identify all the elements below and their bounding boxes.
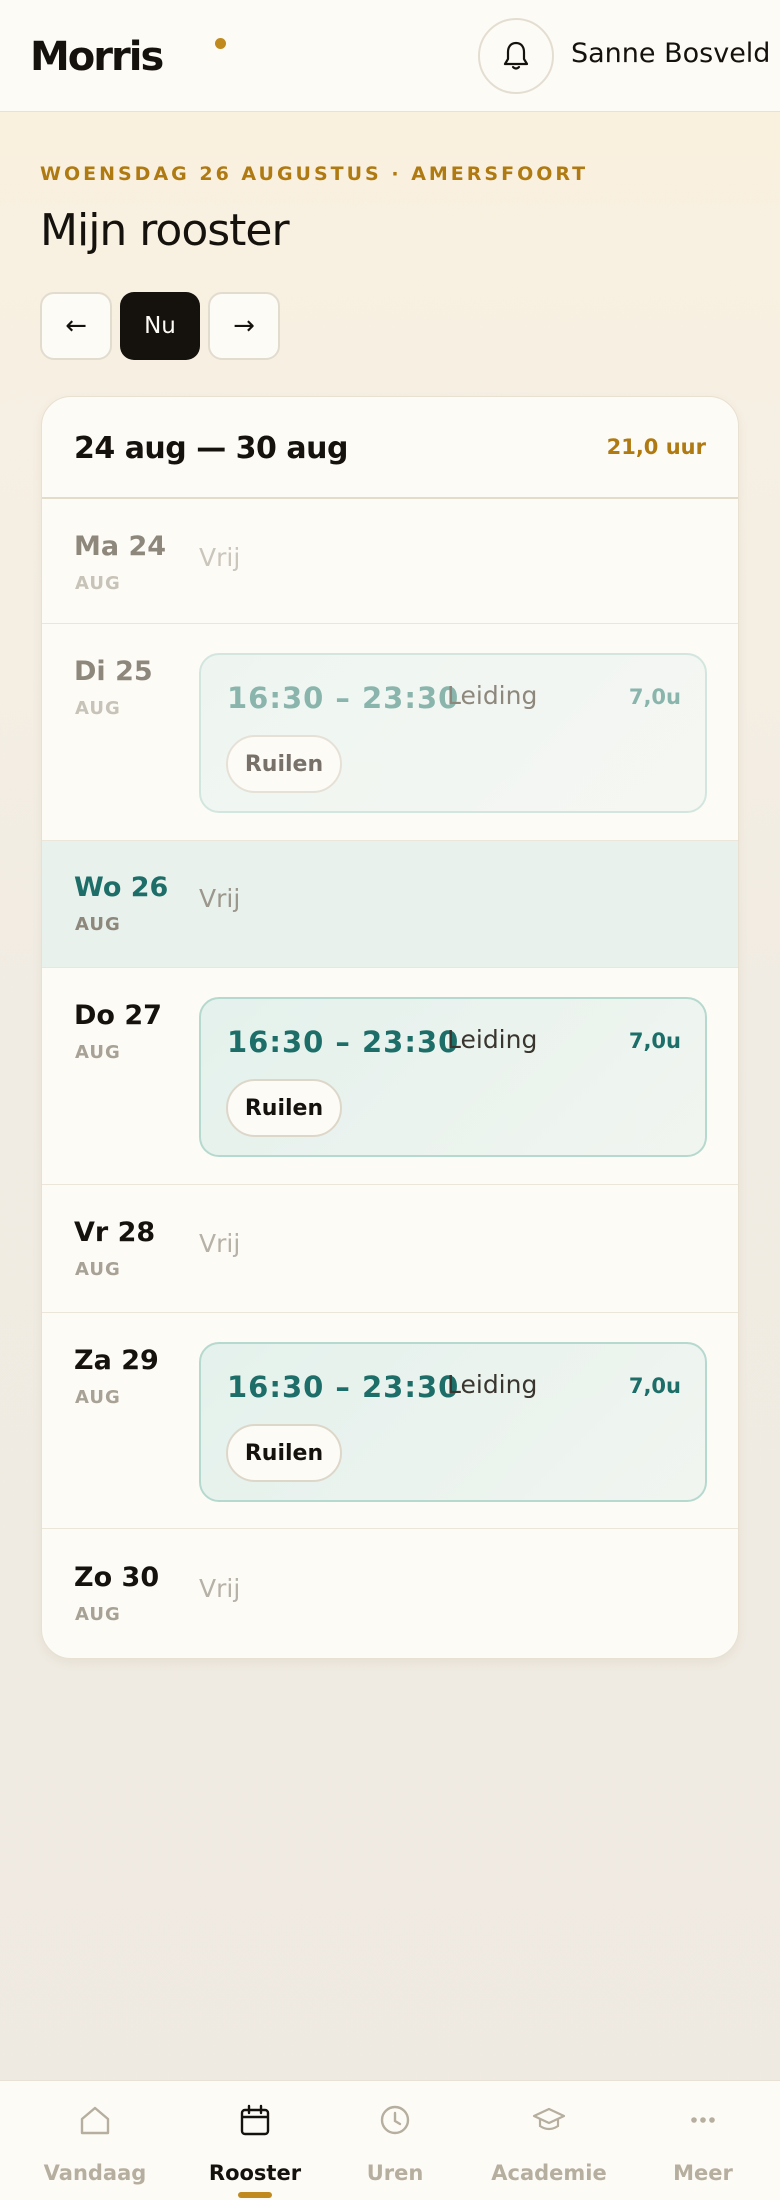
day-row-do-27: Do 27 AUG 16:30 – 23:30 Leiding 7,0u Rui… bbox=[42, 968, 738, 1185]
graduation-cap-icon bbox=[532, 2107, 566, 2131]
shift-hours: 7,0u bbox=[628, 1029, 681, 1053]
week-total-hours: 21,0 uur bbox=[606, 435, 706, 459]
day-month: AUG bbox=[75, 573, 121, 594]
day-month: AUG bbox=[75, 1042, 121, 1063]
shift-card[interactable]: 16:30 – 23:30 Leiding 7,0u Ruilen bbox=[199, 997, 707, 1157]
day-free-label: Vrij bbox=[199, 543, 241, 572]
calendar-icon bbox=[240, 2104, 270, 2136]
day-month: AUG bbox=[75, 698, 121, 719]
bottom-navigation: Vandaag Rooster Uren Academie Meer bbox=[0, 2080, 780, 2200]
shift-role: Leiding bbox=[447, 1025, 538, 1054]
next-week-button[interactable]: → bbox=[208, 292, 280, 360]
current-week-button[interactable]: Nu bbox=[120, 292, 200, 360]
more-dots-icon bbox=[691, 2117, 715, 2123]
shift-card[interactable]: 16:30 – 23:30 Leiding 7,0u Ruilen bbox=[199, 1342, 707, 1502]
top-header: Morris Sanne Bosveld bbox=[0, 0, 780, 112]
day-month: AUG bbox=[75, 1259, 121, 1280]
day-free-label: Vrij bbox=[199, 884, 241, 913]
shift-time: 16:30 – 23:30 bbox=[227, 1025, 460, 1059]
swap-shift-button[interactable]: Ruilen bbox=[226, 1424, 342, 1482]
clock-icon bbox=[380, 2105, 410, 2135]
shift-hours: 7,0u bbox=[628, 685, 681, 709]
day-label: Za 29 bbox=[74, 1345, 159, 1376]
day-row-ma-24: Ma 24 AUG Vrij bbox=[42, 499, 738, 624]
home-icon bbox=[80, 2106, 110, 2135]
swap-shift-button[interactable]: Ruilen bbox=[226, 1079, 342, 1137]
week-range: 24 aug — 30 aug bbox=[74, 431, 348, 466]
day-free-label: Vrij bbox=[199, 1574, 241, 1603]
shift-card[interactable]: 16:30 – 23:30 Leiding 7,0u Ruilen bbox=[199, 653, 707, 813]
day-free-label: Vrij bbox=[199, 1229, 241, 1258]
week-schedule-card: 24 aug — 30 aug 21,0 uur Ma 24 AUG Vrij … bbox=[41, 396, 739, 1659]
shift-role: Leiding bbox=[447, 1370, 538, 1399]
bell-icon bbox=[503, 41, 529, 70]
user-name[interactable]: Sanne Bosveld bbox=[571, 38, 770, 69]
day-label: Di 25 bbox=[74, 656, 153, 687]
date-location-eyebrow: WOENSDAG 26 AUGUSTUS · AMERSFOORT bbox=[40, 163, 589, 185]
tab-label: Meer bbox=[673, 2161, 733, 2185]
swap-shift-button[interactable]: Ruilen bbox=[226, 735, 342, 793]
shift-time: 16:30 – 23:30 bbox=[227, 681, 460, 715]
previous-week-button[interactable]: ← bbox=[40, 292, 112, 360]
day-label: Do 27 bbox=[74, 1000, 162, 1031]
tab-meer[interactable]: Meer bbox=[608, 2081, 780, 2200]
logo-dot bbox=[215, 38, 226, 49]
day-row-zo-30: Zo 30 AUG Vrij bbox=[42, 1529, 738, 1658]
shift-time: 16:30 – 23:30 bbox=[227, 1370, 460, 1404]
day-month: AUG bbox=[75, 1387, 121, 1408]
day-row-vr-28: Vr 28 AUG Vrij bbox=[42, 1185, 738, 1313]
day-label: Ma 24 bbox=[74, 531, 167, 562]
active-tab-indicator bbox=[238, 2192, 272, 2198]
day-month: AUG bbox=[75, 1604, 121, 1625]
day-row-di-25: Di 25 AUG 16:30 – 23:30 Leiding 7,0u Rui… bbox=[42, 624, 738, 841]
day-month: AUG bbox=[75, 914, 121, 935]
shift-role: Leiding bbox=[447, 681, 538, 710]
day-row-wo-26: Wo 26 AUG Vrij bbox=[42, 841, 738, 968]
day-row-za-29: Za 29 AUG 16:30 – 23:30 Leiding 7,0u Rui… bbox=[42, 1313, 738, 1529]
page-title: Mijn rooster bbox=[40, 205, 290, 256]
day-label: Wo 26 bbox=[74, 872, 169, 903]
week-header: 24 aug — 30 aug 21,0 uur bbox=[42, 397, 738, 499]
logo[interactable]: Morris bbox=[30, 34, 164, 80]
day-label: Zo 30 bbox=[74, 1562, 160, 1593]
notifications-button[interactable] bbox=[478, 18, 554, 94]
shift-hours: 7,0u bbox=[628, 1374, 681, 1398]
day-label: Vr 28 bbox=[74, 1217, 156, 1248]
